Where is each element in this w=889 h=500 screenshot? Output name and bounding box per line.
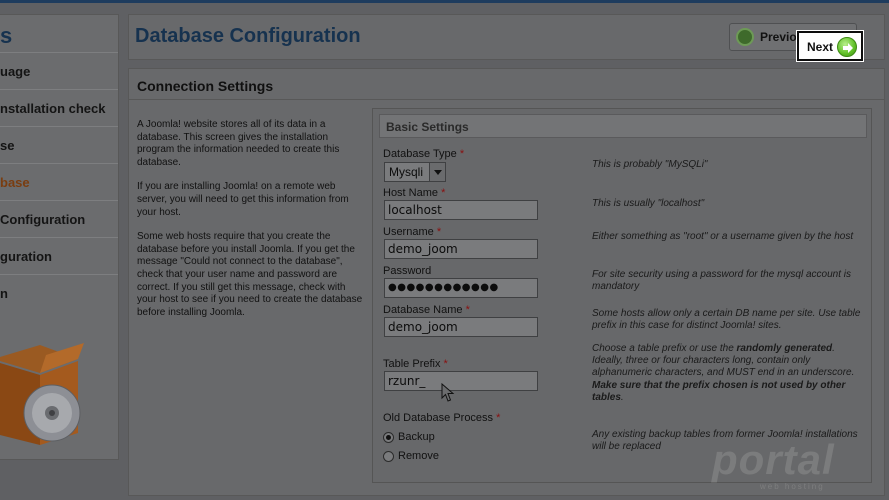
page-header: Database Configuration Previous [128, 14, 885, 60]
radio-unchecked-icon[interactable] [383, 451, 394, 462]
sidebar-item-finish[interactable]: n [0, 274, 118, 311]
db-name-help: Some hosts allow only a certain DB name … [592, 308, 861, 332]
section-title: Connection Settings [137, 78, 274, 94]
arrow-right-icon [837, 37, 857, 57]
username-help: Either something as "root" or a username… [592, 231, 854, 242]
password-input[interactable]: ●●●●●●●●●●●● [384, 278, 538, 298]
prefix-label: Table Prefix * [383, 358, 448, 370]
install-box-illustration [0, 335, 95, 447]
password-help: For site security using a password for t… [592, 269, 851, 293]
remove-radio-label: Remove [398, 450, 439, 462]
intro-paragraph: Some web hosts require that you create t… [137, 231, 363, 318]
sidebar-item-database[interactable]: base [0, 163, 118, 200]
host-input[interactable]: localhost [384, 200, 538, 220]
sidebar-item-configuration[interactable]: guration [0, 237, 118, 274]
page-title: Database Configuration [135, 25, 361, 47]
db-type-select[interactable]: Mysqli [384, 162, 446, 182]
prefix-help: Choose a table prefix or use the randoml… [592, 343, 855, 403]
radio-checked-icon[interactable] [383, 432, 394, 443]
host-help: This is usually "localhost" [592, 198, 705, 209]
basic-settings-header: Basic Settings [379, 114, 867, 138]
next-button[interactable]: Next [797, 31, 863, 61]
sidebar-item-language[interactable]: uage [0, 52, 118, 89]
prefix-input[interactable]: rzunr_ [384, 371, 538, 391]
intro-paragraph: If you are installing Joomla! on a remot… [137, 181, 349, 218]
connection-settings-panel: Connection Settings A Joomla! website st… [128, 68, 885, 496]
intro-text: A Joomla! website stores all of its data… [137, 119, 365, 331]
backup-radio-label: Backup [398, 431, 435, 443]
db-name-input[interactable]: demo_joom [384, 317, 538, 337]
chevron-down-icon [429, 163, 445, 181]
db-type-help: This is probably "MySQLi" [592, 159, 708, 170]
old-db-process-label: Old Database Process * [383, 412, 501, 424]
username-input[interactable]: demo_joom [384, 239, 538, 259]
sidebar-title: s [0, 23, 13, 48]
next-button-label: Next [807, 40, 834, 54]
portal-watermark-subtitle: web hosting [760, 482, 825, 491]
sidebar-item-license[interactable]: se [0, 126, 118, 163]
sidebar: s uage nstallation check se base Configu… [0, 14, 119, 460]
db-type-value: Mysqli [389, 165, 424, 179]
portal-watermark-logo: portal [712, 436, 835, 483]
password-label: Password [383, 265, 432, 277]
arrow-left-icon [736, 28, 754, 46]
mouse-cursor-icon [441, 383, 455, 402]
top-border [0, 0, 889, 3]
basic-settings-fieldset: Basic Settings Database Type * Mysqli Th… [372, 108, 872, 483]
intro-paragraph: A Joomla! website stores all of its data… [137, 119, 340, 168]
host-label: Host Name * [383, 187, 446, 199]
sidebar-item-pre-installation-check[interactable]: nstallation check [0, 89, 118, 126]
db-type-label: Database Type * [383, 148, 465, 160]
sidebar-item-ftp-configuration[interactable]: Configuration [0, 200, 118, 237]
db-name-label: Database Name * [383, 304, 470, 316]
section-divider [129, 99, 884, 100]
username-label: Username * [383, 226, 442, 238]
basic-settings-title: Basic Settings [386, 120, 469, 134]
